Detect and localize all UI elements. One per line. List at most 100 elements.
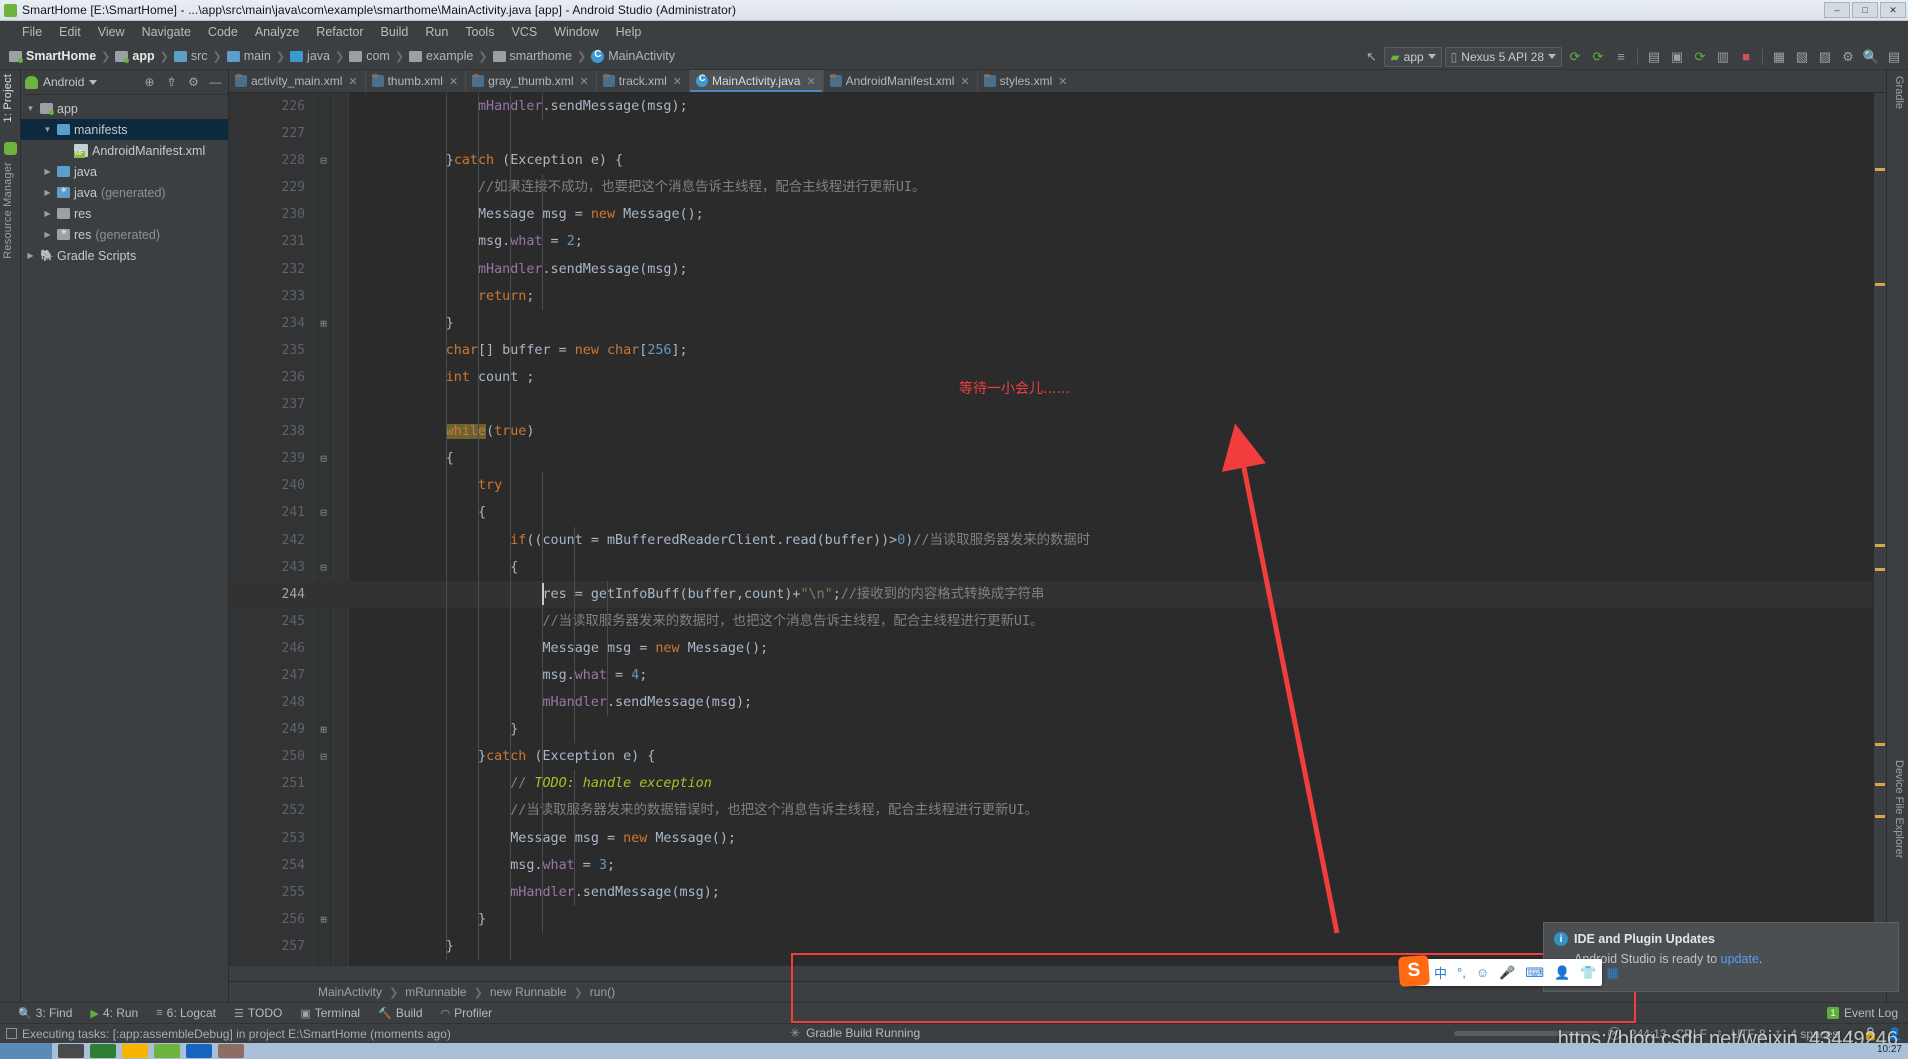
ime-keyboard-icon[interactable]: ⌨ [1525, 965, 1544, 981]
tree-item-java[interactable]: ▶ java (generated) [21, 182, 228, 203]
tree-item-gradle-scripts[interactable]: ▶ 🐘 Gradle Scripts [21, 245, 228, 266]
tree-item-app[interactable]: ▼ app [21, 98, 228, 119]
fold-toggle-icon[interactable]: ⊞ [317, 716, 330, 743]
close-tab-icon[interactable]: ✕ [673, 75, 682, 88]
warning-marker[interactable] [1875, 568, 1885, 571]
ime-mode-icon[interactable]: 中 [1434, 963, 1447, 982]
editor-marker-strip[interactable] [1873, 93, 1886, 966]
breadcrumb-item-smarthome[interactable]: SmartHome [6, 48, 99, 64]
code-line[interactable]: 251 // TODO: handle exception [229, 770, 1886, 798]
update-link[interactable]: update [1721, 952, 1759, 966]
ime-voice-icon[interactable]: 🎤 [1499, 965, 1515, 981]
hide-icon[interactable]: — [207, 74, 224, 91]
code-line[interactable]: 229 //如果连接不成功，也要把这个消息告诉主线程，配合主线程进行更新UI。 [229, 174, 1886, 202]
menu-item-window[interactable]: Window [546, 23, 606, 41]
settings-icon[interactable]: ⚙ [1838, 47, 1858, 67]
gradle-sync-icon[interactable]: ⟳ [1690, 47, 1710, 67]
fold-toggle-icon[interactable]: ⊞ [317, 310, 330, 337]
code-line[interactable]: 227 [229, 120, 1886, 148]
taskbar-app[interactable] [122, 1044, 148, 1058]
menu-item-help[interactable]: Help [608, 23, 650, 41]
sogou-logo-icon[interactable]: S [1397, 954, 1431, 988]
start-button[interactable] [0, 1043, 52, 1059]
maximize-button[interactable]: □ [1852, 2, 1878, 18]
code-line[interactable]: 252 //当读取服务器发来的数据错误时，也把这个消息告诉主线程，配合主线程进行… [229, 797, 1886, 825]
tool-window-button-terminal[interactable]: ▣ Terminal [292, 1004, 368, 1022]
chevron-right-icon[interactable]: ▶ [42, 209, 53, 218]
window-controls[interactable]: – □ ✕ [1824, 2, 1906, 18]
chevron-down-icon[interactable]: ▼ [25, 104, 36, 113]
menu-item-code[interactable]: Code [200, 23, 246, 41]
warning-marker[interactable] [1875, 815, 1885, 818]
menu-item-refactor[interactable]: Refactor [308, 23, 371, 41]
menu-icon[interactable]: ▤ [1884, 47, 1904, 67]
fold-toggle-icon[interactable]: ⊟ [317, 147, 330, 174]
fold-toggle-icon[interactable]: ⊟ [317, 743, 330, 770]
status-checkbox[interactable] [6, 1028, 17, 1039]
sdk-manager-icon[interactable]: ▣ [1667, 47, 1687, 67]
module-selector[interactable]: ▰ app [1384, 46, 1442, 67]
code-line[interactable]: 254 msg.what = 3; [229, 851, 1886, 879]
code-line[interactable]: 247 msg.what = 4; [229, 661, 1886, 690]
close-tab-icon[interactable]: ✕ [806, 75, 815, 88]
taskbar-app[interactable] [218, 1044, 244, 1058]
close-tab-icon[interactable]: ✕ [580, 75, 589, 88]
close-button[interactable]: ✕ [1880, 2, 1906, 18]
ime-skin-icon[interactable]: 👕 [1580, 965, 1596, 981]
breadcrumb-item-app[interactable]: app [112, 48, 157, 64]
code-line[interactable]: 230 Message msg = new Message(); [229, 201, 1886, 229]
code-line[interactable]: 226 mHandler.sendMessage(msg); [229, 93, 1886, 121]
layout-inspector-icon[interactable]: ▦ [1769, 47, 1789, 67]
code-line[interactable]: 233 return; [229, 282, 1886, 310]
code-line[interactable]: 244 res = getInfoBuff(buffer,count)+"\n"… [229, 580, 1886, 608]
close-tab-icon[interactable]: ✕ [348, 75, 357, 88]
chevron-right-icon[interactable]: ▶ [42, 188, 53, 197]
fold-toggle-icon[interactable]: ⊟ [317, 554, 330, 581]
editor-tab-androidmanifest-xml[interactable]: AndroidManifest.xml ✕ [822, 70, 977, 92]
chevron-right-icon[interactable]: ▶ [42, 230, 53, 239]
warning-marker[interactable] [1875, 743, 1885, 746]
code-line[interactable]: 255 mHandler.sendMessage(msg); [229, 878, 1886, 906]
code-line[interactable]: 232 mHandler.sendMessage(msg); [229, 255, 1886, 283]
device-selector[interactable]: ▯ Nexus 5 API 28 [1444, 46, 1562, 67]
run-icon[interactable]: ⟳ [1565, 47, 1585, 67]
code-line[interactable]: 240 try [229, 472, 1886, 500]
chevron-down-icon[interactable] [89, 79, 98, 85]
code-line[interactable]: 250 ⊟ }catch (Exception e) { [229, 743, 1886, 771]
ime-emoji-icon[interactable]: ☺ [1476, 965, 1489, 980]
tool-window-button-4-run[interactable]: ▶ 4: Run [82, 1004, 146, 1022]
structure-item[interactable]: new Runnable [490, 985, 567, 999]
fold-toggle-icon[interactable]: ⊞ [317, 906, 330, 933]
sidebar-item-gradle[interactable]: Gradle [1893, 76, 1905, 109]
breadcrumb-item-src[interactable]: src [171, 48, 211, 64]
code-line[interactable]: 239 ⊟ { [229, 445, 1886, 473]
editor-tab-gray-thumb-xml[interactable]: gray_thumb.xml ✕ [465, 70, 596, 92]
sync-project-icon[interactable]: ≡ [1611, 47, 1631, 67]
menu-item-analyze[interactable]: Analyze [247, 23, 307, 41]
tool-window-button-build[interactable]: 🔨 Build [370, 1004, 430, 1022]
chevron-right-icon[interactable]: ▶ [25, 251, 36, 260]
close-tab-icon[interactable]: ✕ [960, 75, 969, 88]
sidebar-item-device-file-explorer[interactable]: Device File Explorer [1893, 760, 1905, 858]
sidebar-item-resource-manager[interactable]: Resource Manager [2, 162, 14, 259]
fold-toggle-icon[interactable]: ⊟ [317, 499, 330, 526]
taskbar-app[interactable] [58, 1044, 84, 1058]
menu-item-vcs[interactable]: VCS [503, 23, 545, 41]
taskbar-app[interactable] [90, 1044, 116, 1058]
code-line[interactable]: 242 if((count = mBufferedReaderClient.re… [229, 526, 1886, 554]
tool-window-button-6-logcat[interactable]: ≡ 6: Logcat [148, 1004, 224, 1022]
project-view-selector[interactable]: Android [43, 75, 84, 89]
tool-window-button-todo[interactable]: ☰ TODO [226, 1004, 290, 1022]
close-tab-icon[interactable]: ✕ [449, 75, 458, 88]
editor-tab-track-xml[interactable]: track.xml ✕ [595, 70, 689, 92]
editor-tab-thumb-xml[interactable]: thumb.xml ✕ [364, 70, 466, 92]
tool-window-button-3-find[interactable]: 🔍 3: Find [10, 1004, 80, 1022]
editor-tab-styles-xml[interactable]: styles.xml ✕ [976, 70, 1075, 92]
search-icon[interactable]: 🔍 [1861, 47, 1881, 67]
code-line[interactable]: 246 Message msg = new Message(); [229, 634, 1886, 662]
code-line[interactable]: 241 ⊟ { [229, 499, 1886, 527]
close-tab-icon[interactable]: ✕ [1058, 75, 1067, 88]
code-content[interactable]: 226 mHandler.sendMessage(msg);227228⊟ }c… [229, 93, 1886, 966]
back-arrow-icon[interactable]: ↖ [1361, 47, 1381, 67]
apply-changes-icon[interactable]: ⟳ [1588, 47, 1608, 67]
